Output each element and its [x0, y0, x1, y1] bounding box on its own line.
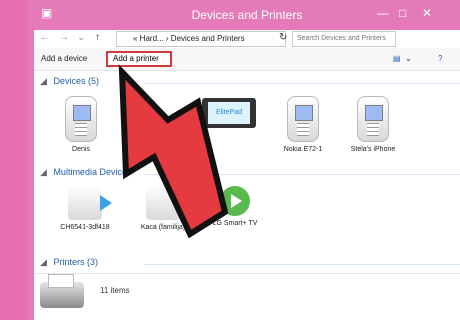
close-button[interactable]: ✕ [422, 6, 432, 20]
phone-icon [65, 96, 97, 142]
devices-section-header[interactable]: ◢ Devices (5) [40, 76, 460, 87]
minimize-button[interactable]: — [377, 6, 389, 20]
item-count: 11 items [100, 286, 130, 295]
maximize-button[interactable]: □ [399, 6, 406, 20]
up-button[interactable]: ↑ [95, 32, 100, 43]
device-item[interactable]: Denis [46, 96, 116, 153]
device-label: LG Smart+ TV [212, 220, 258, 227]
navigation-bar: ← → ⌄ ↑ « Hard... › Devices and Printers… [34, 30, 460, 48]
device-label: CH6541-3df418 [60, 224, 110, 231]
status-bar: 11 items [34, 273, 460, 320]
media-device-icon [146, 186, 190, 220]
play-icon [220, 186, 250, 216]
section-divider [144, 83, 460, 84]
media-device-icon [68, 186, 112, 220]
multimedia-item[interactable]: CH6541-3df418 [50, 186, 120, 231]
phone-icon [357, 96, 389, 142]
device-label: Denis [72, 146, 90, 153]
breadcrumb[interactable]: « Hard... › Devices and Printers [133, 34, 245, 43]
command-toolbar: Add a device Add a printer ▤ ⌄ ? [34, 48, 460, 71]
section-title: Printers (3) [53, 257, 98, 267]
add-device-button[interactable]: Add a device [41, 54, 87, 63]
device-label: Kaca (familija) [140, 224, 186, 231]
add-printer-button[interactable]: Add a printer [106, 51, 172, 67]
back-button[interactable]: ← [40, 32, 50, 43]
view-dropdown[interactable]: ⌄ [405, 54, 412, 63]
multimedia-item[interactable]: Kaca (familija) [128, 186, 198, 231]
window-title: Devices and Printers [191, 8, 303, 22]
title-bar: ▣ Devices and Printers — □ ✕ [34, 0, 460, 30]
printer-icon [40, 274, 84, 308]
phone-icon [287, 96, 319, 142]
section-title: Devices (5) [53, 76, 99, 86]
forward-button[interactable]: → [59, 32, 69, 43]
section-title: Multimedia Devices [53, 167, 132, 177]
section-divider [144, 264, 460, 265]
device-item[interactable]: Stela's iPhone [338, 96, 408, 153]
tablet-icon: ElitePad [202, 98, 256, 128]
view-icon[interactable]: ▤ [393, 54, 401, 63]
search-input[interactable]: Search Devices and Printers [292, 31, 396, 47]
collapse-arrow-icon[interactable]: ◢ [40, 167, 47, 177]
recent-dropdown[interactable]: ⌄ [77, 32, 85, 43]
device-label: Nokia E72-1 [283, 146, 323, 153]
section-divider [144, 174, 460, 175]
multimedia-section-header[interactable]: ◢ Multimedia Devices [40, 167, 460, 178]
device-item[interactable]: ElitePad [194, 98, 264, 132]
device-item[interactable]: Nokia E72-1 [268, 96, 338, 153]
refresh-button[interactable]: ↻ [279, 32, 287, 43]
multimedia-item[interactable]: LG Smart+ TV [200, 186, 270, 227]
help-icon[interactable]: ? [438, 54, 442, 63]
address-bar[interactable]: « Hard... › Devices and Printers [116, 31, 286, 47]
collapse-arrow-icon[interactable]: ◢ [40, 257, 47, 267]
device-label: Stela's iPhone [350, 146, 396, 153]
collapse-arrow-icon[interactable]: ◢ [40, 76, 47, 86]
tablet-brand: ElitePad [208, 102, 250, 124]
printers-section-header[interactable]: ◢ Printers (3) [40, 257, 460, 268]
devices-and-printers-window: ▣ Devices and Printers — □ ✕ ← → ⌄ ↑ « H… [28, 0, 460, 320]
